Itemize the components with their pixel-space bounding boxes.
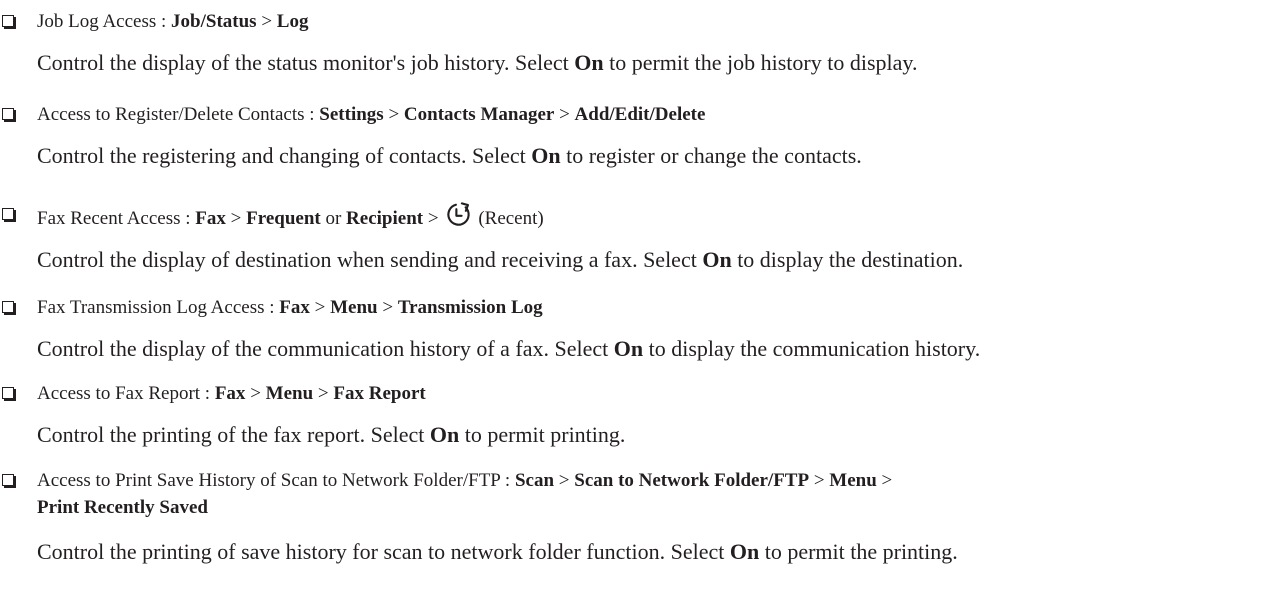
item-description: Control the printing of the fax report. … (37, 422, 626, 447)
path-separator: > (225, 208, 247, 229)
path-separator: > (554, 104, 575, 125)
path-separator: > (876, 470, 893, 491)
menu-path-segment: Menu (265, 383, 314, 404)
path-separator: or (320, 208, 347, 229)
option-on: On (702, 247, 732, 272)
checkbox-bullet-icon (2, 15, 14, 27)
menu-path-segment: Scan (514, 470, 555, 491)
item-description: Control the printing of save history for… (37, 539, 958, 564)
item-label: Fax Transmission Log Access : (37, 297, 280, 318)
path-separator: > (256, 11, 277, 32)
checkbox-bullet-icon (2, 208, 14, 220)
option-on: On (429, 422, 460, 447)
menu-path-segment: Fax Report (333, 383, 426, 404)
option-on: On (531, 143, 561, 168)
item-heading: Fax Transmission Log Access : Fax > Menu… (0, 294, 1271, 321)
checkbox-bullet-icon (2, 301, 14, 313)
checkbox-bullet-icon (2, 387, 14, 399)
list-item: Fax Recent Access : Fax > Frequent or Re… (0, 201, 1271, 274)
list-item: Fax Transmission Log Access : Fax > Menu… (0, 294, 1271, 363)
item-label: Fax Recent Access : (37, 208, 196, 229)
list-item: Job Log Access : Job/Status > Log Contro… (0, 8, 1271, 77)
list-item: Access to Register/Delete Contacts : Set… (0, 101, 1271, 170)
item-description: Control the registering and changing of … (37, 143, 862, 168)
checkbox-bullet-icon (2, 108, 14, 120)
item-heading: Access to Register/Delete Contacts : Set… (0, 101, 1271, 128)
item-description: Control the display of destination when … (37, 247, 964, 272)
menu-path-segment: Settings (319, 104, 384, 125)
menu-path-segment: Fax (279, 297, 310, 318)
item-heading: Fax Recent Access : Fax > Frequent or Re… (0, 201, 1271, 232)
item-label: Access to Fax Report : (37, 383, 215, 404)
path-separator: > (423, 208, 444, 229)
item-heading: Access to Print Save History of Scan to … (0, 467, 1271, 521)
path-separator: > (554, 470, 575, 491)
menu-path-segment: Contacts Manager (403, 104, 555, 125)
option-on: On (729, 539, 760, 564)
path-separator: > (313, 383, 334, 404)
menu-path-segment: Add/Edit/Delete (574, 104, 706, 125)
menu-path-segment: Recipient (346, 208, 424, 229)
item-label: Access to Print Save History of Scan to … (37, 470, 515, 491)
menu-path-segment: Log (276, 11, 309, 32)
menu-path-segment: Menu (829, 470, 877, 491)
document-page: Job Log Access : Job/Status > Log Contro… (0, 0, 1271, 598)
path-separator: > (383, 104, 404, 125)
item-label: Access to Register/Delete Contacts : (37, 104, 320, 125)
item-label: Job Log Access : (37, 11, 172, 32)
option-on: On (613, 336, 644, 361)
menu-path-segment: Scan to Network Folder/FTP (574, 470, 810, 491)
menu-path-segment: Job/Status (171, 11, 257, 32)
item-heading: Job Log Access : Job/Status > Log (0, 8, 1271, 35)
path-separator: > (809, 470, 830, 491)
path-separator: > (377, 297, 398, 318)
menu-path-segment: Print Recently Saved (37, 497, 208, 518)
path-separator: > (309, 297, 331, 318)
recent-label: (Recent) (478, 208, 544, 229)
menu-path-segment: Fax (195, 208, 226, 229)
menu-path-segment: Fax (214, 383, 246, 404)
option-on: On (574, 50, 604, 75)
menu-path-segment: Transmission Log (397, 297, 543, 318)
item-description: Control the display of the status monito… (37, 50, 918, 75)
path-separator: > (245, 383, 266, 404)
item-heading: Access to Fax Report : Fax > Menu > Fax … (0, 380, 1271, 407)
menu-path-segment: Frequent (246, 208, 321, 229)
list-item: Access to Print Save History of Scan to … (0, 467, 1271, 566)
menu-path-segment: Menu (330, 297, 378, 318)
recent-clock-icon (447, 202, 470, 226)
list-item: Access to Fax Report : Fax > Menu > Fax … (0, 380, 1271, 449)
item-description: Control the display of the communication… (37, 336, 981, 361)
checkbox-bullet-icon (2, 474, 14, 486)
